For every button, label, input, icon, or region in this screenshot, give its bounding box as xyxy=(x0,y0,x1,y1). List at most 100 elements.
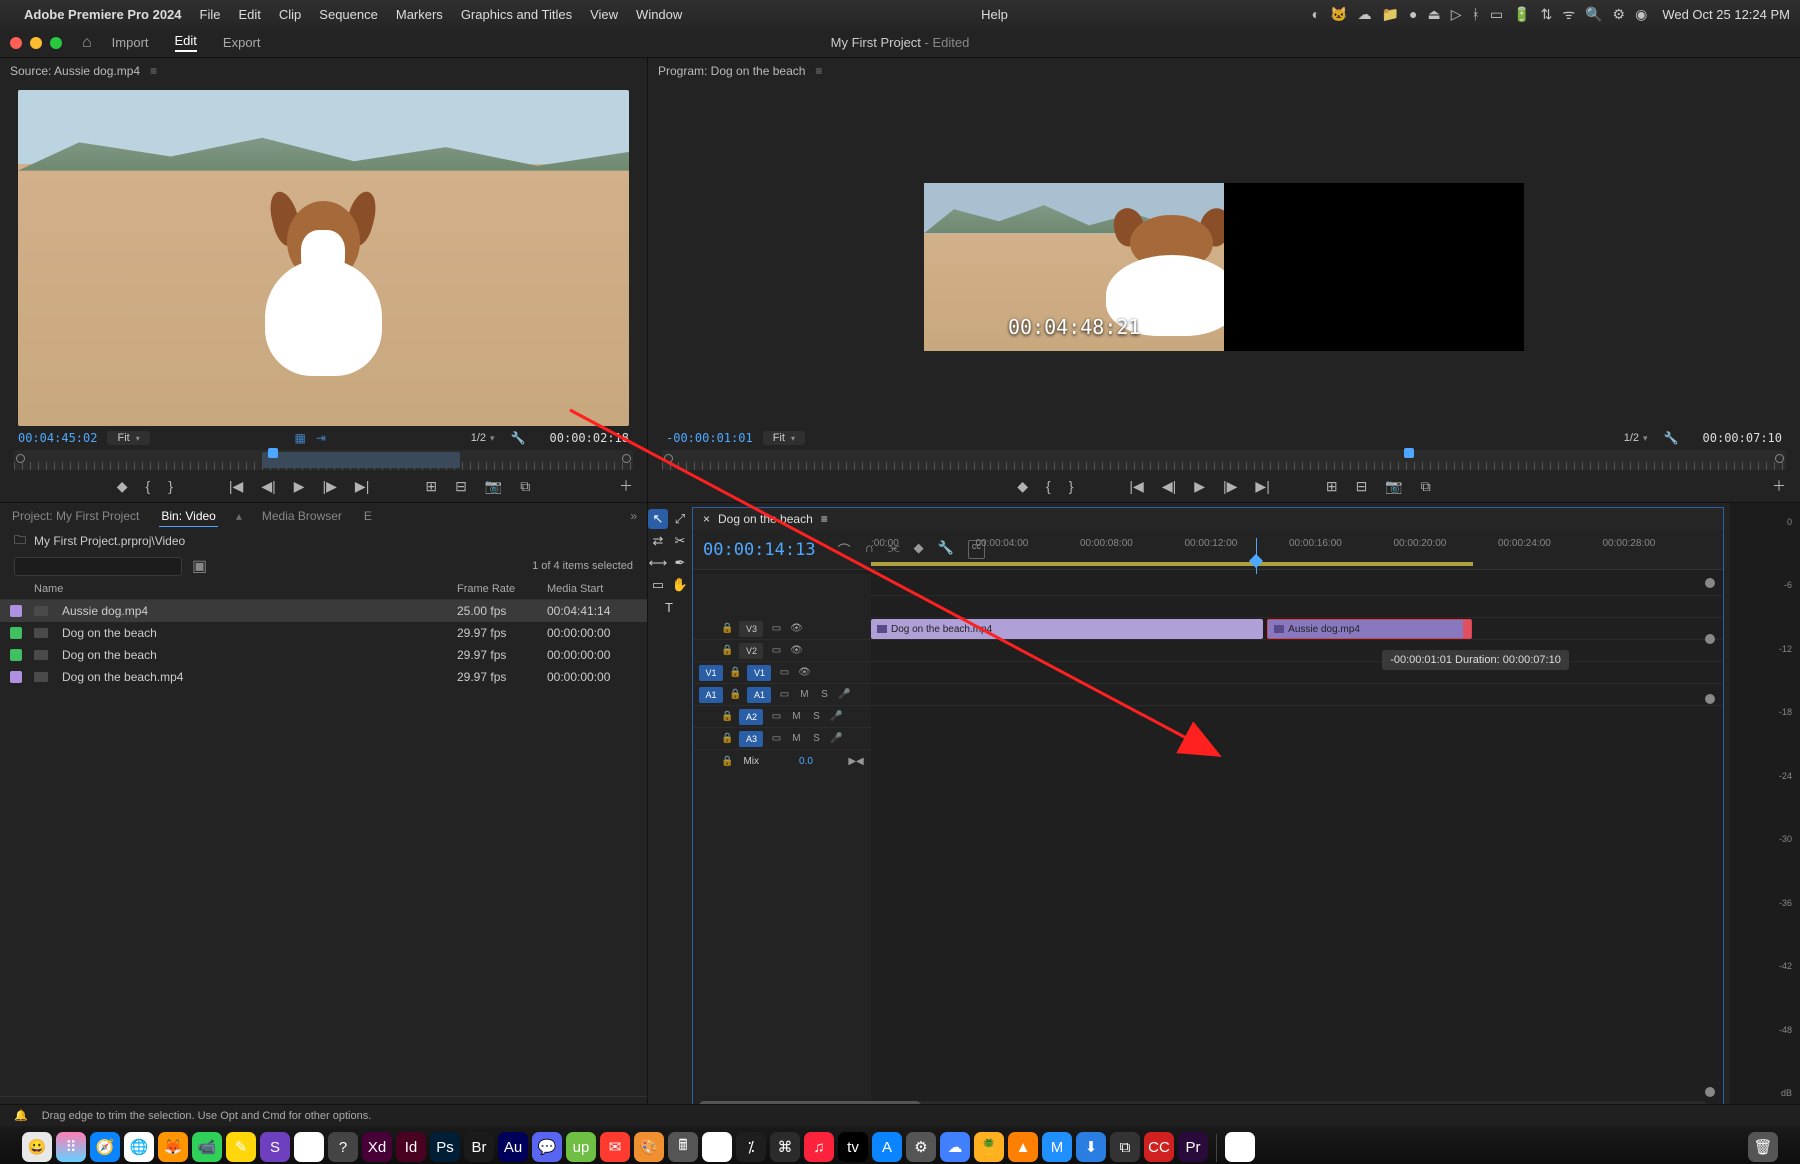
panel-menu-icon[interactable]: ≡ xyxy=(150,64,157,78)
menu-graphics[interactable]: Graphics and Titles xyxy=(461,7,572,22)
source-scrubber[interactable] xyxy=(14,450,633,470)
workspace-tab-export[interactable]: Export xyxy=(223,35,261,50)
timeline-timecode[interactable]: 00:00:14:13 xyxy=(703,540,816,560)
slip-tool[interactable]: ⟷ xyxy=(648,553,668,573)
dock-app-6[interactable]: ✎ xyxy=(226,1132,256,1162)
table-row[interactable]: Dog on the beach29.97 fps00:00:00:00 xyxy=(0,622,647,644)
new-bin-icon[interactable]: ▣ xyxy=(192,556,207,576)
goto-out-icon[interactable]: ▶| xyxy=(1255,478,1269,495)
panel-menu-icon[interactable]: ≡ xyxy=(815,64,822,78)
col-name[interactable]: Name xyxy=(34,583,457,595)
dock-app-11[interactable]: Id xyxy=(396,1132,426,1162)
search-input[interactable] xyxy=(14,557,182,576)
selection-tool[interactable]: ↖ xyxy=(648,509,668,529)
settings-icon[interactable]: 🔧 xyxy=(1664,431,1679,445)
dock-app-35[interactable]: ▤ xyxy=(1225,1132,1255,1162)
dock-app-8[interactable]: B xyxy=(294,1132,324,1162)
snap-icon[interactable]: ⌒ xyxy=(838,540,851,559)
pen-tool[interactable]: ✒ xyxy=(670,553,690,573)
cat-icon[interactable]: 🐱 xyxy=(1330,6,1347,23)
menu-sequence[interactable]: Sequence xyxy=(319,7,378,22)
menu-markers[interactable]: Markers xyxy=(396,7,443,22)
dock-app-10[interactable]: Xd xyxy=(362,1132,392,1162)
inpoint-icon[interactable]: ▦ xyxy=(295,431,306,445)
dock-app-3[interactable]: 🌐 xyxy=(124,1132,154,1162)
dock-app-34[interactable]: Pr xyxy=(1178,1132,1208,1162)
export-frame-icon[interactable]: 📷 xyxy=(485,478,502,495)
program-panel-header[interactable]: Program: Dog on the beach ≡ xyxy=(648,58,1800,84)
bluetooth-icon[interactable]: ᚼ xyxy=(1472,6,1480,22)
mix-track-header[interactable]: Mix0.0▶◀ xyxy=(693,750,871,772)
dock-app-24[interactable]: tv xyxy=(838,1132,868,1162)
zoom-window-button[interactable] xyxy=(50,37,62,49)
dock-app-32[interactable]: ⧉ xyxy=(1110,1132,1140,1162)
minimize-window-button[interactable] xyxy=(30,37,42,49)
menu-help[interactable]: Help xyxy=(981,7,1008,22)
tab-project[interactable]: Project: My First Project xyxy=(10,506,141,526)
source-zoom-select[interactable]: Fit xyxy=(107,431,149,445)
step-fwd-icon[interactable]: |▶ xyxy=(323,478,337,495)
dock-app-0[interactable]: 😀 xyxy=(22,1132,52,1162)
close-seq-icon[interactable]: × xyxy=(703,512,710,526)
circle-icon[interactable]: ● xyxy=(1409,6,1417,22)
mark-in-icon[interactable]: { xyxy=(1046,478,1051,494)
dock-app-2[interactable]: 🧭 xyxy=(90,1132,120,1162)
dock-app-1[interactable]: ⠿ xyxy=(56,1132,86,1162)
dock-app-20[interactable]: 25 xyxy=(702,1132,732,1162)
dock-app-27[interactable]: ☁︎ xyxy=(940,1132,970,1162)
comparison-icon[interactable]: ⧉ xyxy=(1421,478,1431,495)
dock-app-23[interactable]: ♫ xyxy=(804,1132,834,1162)
display-icon[interactable]: ▭ xyxy=(1490,6,1503,23)
siri-icon[interactable]: ◉ xyxy=(1635,6,1647,23)
dock-app-9[interactable]: ? xyxy=(328,1132,358,1162)
goto-in-icon[interactable]: |◀ xyxy=(229,478,243,495)
search-icon[interactable]: 🔍 xyxy=(1585,6,1602,23)
program-monitor-video[interactable]: 00:04:48:21 xyxy=(924,183,1524,351)
tab-media-browser[interactable]: Media Browser xyxy=(260,506,344,526)
dock-app-17[interactable]: ✉︎ xyxy=(600,1132,630,1162)
step-fwd-icon[interactable]: |▶ xyxy=(1223,478,1237,495)
breadcrumb[interactable]: My First Project.prproj\Video xyxy=(34,534,185,548)
cloud-icon[interactable]: ☁︎ xyxy=(1358,6,1372,23)
add-marker-icon[interactable]: ◆ xyxy=(1017,478,1028,495)
play-icon[interactable]: ▷ xyxy=(1451,6,1462,23)
comparison-icon[interactable]: ⧉ xyxy=(520,478,530,495)
track-a2-header[interactable]: A2▭MS🎤 xyxy=(693,706,871,728)
extract-icon[interactable]: ⊟ xyxy=(1356,478,1368,495)
dock-app-33[interactable]: CC xyxy=(1144,1132,1174,1162)
source-resolution-select[interactable]: 1/2 xyxy=(471,432,495,444)
table-row[interactable]: Aussie dog.mp425.00 fps00:04:41:14 xyxy=(0,600,647,622)
lift-icon[interactable]: ⊞ xyxy=(1326,478,1338,495)
outpoint-icon[interactable]: ⇥ xyxy=(316,431,326,445)
dock-app-26[interactable]: ⚙︎ xyxy=(906,1132,936,1162)
source-monitor-video[interactable] xyxy=(18,90,629,426)
play-button[interactable]: ▶ xyxy=(294,478,305,495)
wifi2-icon[interactable]: ⇅ xyxy=(1541,6,1553,23)
button-editor-icon[interactable]: ＋ xyxy=(619,476,633,496)
timeline-ruler[interactable]: :00:0000:00:04:0000:00:08:0000:00:12:000… xyxy=(871,538,1707,566)
dock-app-21[interactable]: ⁒ xyxy=(736,1132,766,1162)
menubar-clock[interactable]: Wed Oct 25 12:24 PM xyxy=(1662,7,1790,22)
menu-file[interactable]: File xyxy=(200,7,221,22)
dock-app-22[interactable]: ⌘ xyxy=(770,1132,800,1162)
track-v2-header[interactable]: V2▭👁 xyxy=(693,640,871,662)
close-window-button[interactable] xyxy=(10,37,22,49)
rectangle-tool[interactable]: ▭ xyxy=(648,575,668,595)
timeline-lanes[interactable]: Dog on the beach.mp4 Aussie dog.mp4 -00:… xyxy=(871,574,1723,1115)
dock-app-29[interactable]: ▲ xyxy=(1008,1132,1038,1162)
panel-menu-icon[interactable]: ≡ xyxy=(821,512,828,526)
dock-app-4[interactable]: 🦊 xyxy=(158,1132,188,1162)
program-timecode-pos[interactable]: -00:00:01:01 xyxy=(666,431,753,445)
step-back-icon[interactable]: ◀| xyxy=(261,478,275,495)
program-zoom-select[interactable]: Fit xyxy=(763,431,805,445)
app-name[interactable]: Adobe Premiere Pro 2024 xyxy=(24,7,182,22)
home-icon[interactable]: ⌂ xyxy=(82,34,92,52)
table-row[interactable]: Dog on the beach.mp429.97 fps00:00:00:00 xyxy=(0,666,647,688)
type-tool[interactable]: T xyxy=(659,597,679,617)
timeline-clip[interactable]: Dog on the beach.mp4 xyxy=(871,619,1263,639)
dock-app-19[interactable]: 🖩 xyxy=(668,1132,698,1162)
menu-window[interactable]: Window xyxy=(636,7,682,22)
track-a1-header[interactable]: A1A1▭MS🎤 xyxy=(693,684,871,706)
col-mediastart[interactable]: Media Start xyxy=(547,583,637,595)
menu-view[interactable]: View xyxy=(590,7,618,22)
